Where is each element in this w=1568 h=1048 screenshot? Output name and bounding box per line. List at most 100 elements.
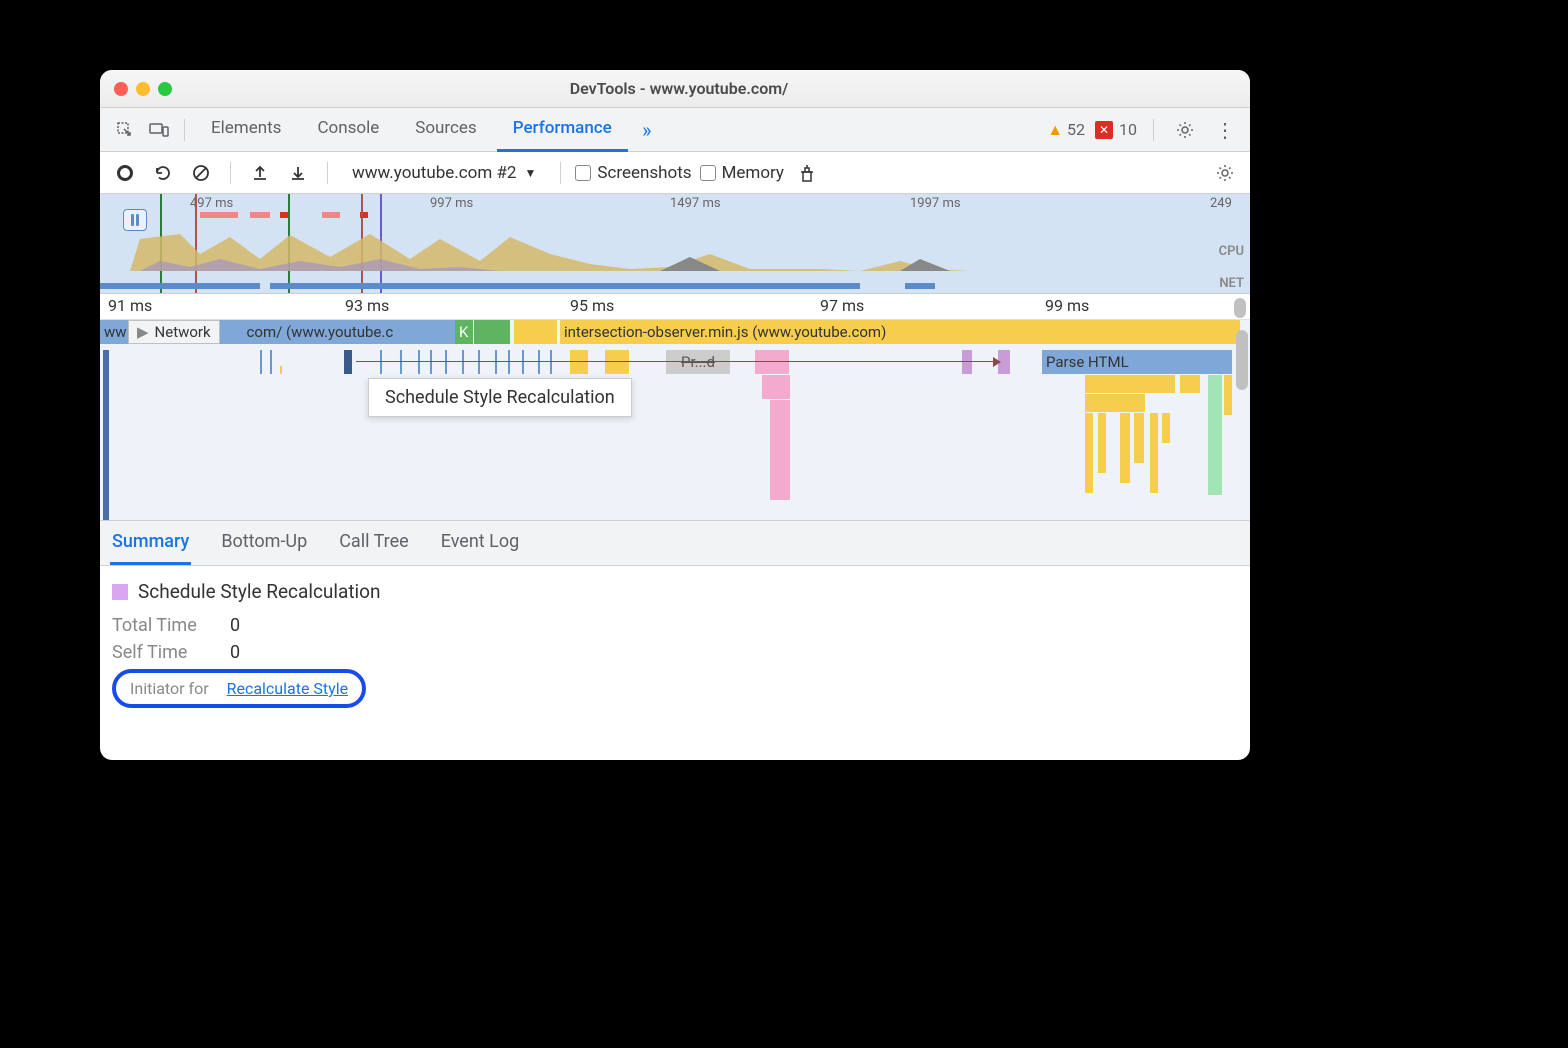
flame-tick[interactable] [430, 350, 432, 374]
divider [1153, 119, 1154, 141]
memory-checkbox[interactable]: Memory [700, 163, 784, 183]
flame-tick[interactable] [495, 350, 497, 374]
flame-tick[interactable] [462, 350, 464, 374]
overview-ticks: 497 ms 997 ms 1497 ms 1997 ms 249 [100, 196, 1250, 214]
close-window-button[interactable] [114, 82, 128, 96]
overview-tick: 1997 ms [910, 196, 961, 211]
ruler-tick: 97 ms [820, 296, 864, 315]
details-tab-event-log[interactable]: Event Log [439, 521, 522, 565]
ruler-tick: 91 ms [108, 296, 152, 315]
flame-tick[interactable] [508, 350, 510, 374]
flame-bar-pink[interactable] [755, 350, 789, 374]
flame-tick[interactable] [522, 350, 524, 374]
flame-tick[interactable] [418, 350, 420, 374]
flame-tick[interactable] [280, 366, 282, 374]
ruler-tick: 93 ms [345, 296, 389, 315]
flame-bar-purple[interactable] [962, 350, 972, 374]
initiator-link[interactable]: Recalculate Style [227, 679, 348, 698]
tab-console[interactable]: Console [301, 108, 395, 152]
details-tab-summary[interactable]: Summary [110, 521, 191, 565]
chevron-right-icon: ▶ [137, 323, 149, 341]
flame-bar[interactable] [1224, 375, 1232, 415]
errors-badge[interactable]: ✕ 10 [1095, 120, 1137, 139]
overview-marker [250, 212, 270, 218]
overview-marker [322, 212, 340, 218]
flame-bar[interactable] [1085, 413, 1093, 493]
overview-net-chart [100, 281, 1250, 291]
flame-bar[interactable] [1085, 375, 1175, 393]
flame-tick[interactable] [550, 350, 552, 374]
flame-bar[interactable] [1162, 413, 1170, 443]
performance-toolbar: www.youtube.com #2 ▼ Screenshots Memory [100, 152, 1250, 194]
maximize-window-button[interactable] [158, 82, 172, 96]
flame-row: ww com/ (www.youtube.c ▶ Network K inter… [100, 320, 1232, 344]
ruler-scrollbar[interactable] [1234, 298, 1246, 318]
flame-bar-parse-html[interactable]: Parse HTML [1042, 350, 1232, 374]
inspect-icon[interactable] [110, 115, 140, 145]
flame-tooltip: Schedule Style Recalculation [368, 378, 632, 417]
capture-settings-icon[interactable] [1210, 158, 1240, 188]
details-tab-bottom-up[interactable]: Bottom-Up [219, 521, 309, 565]
flame-bar-pink[interactable] [770, 400, 790, 500]
network-track-header[interactable]: ▶ Network [128, 320, 220, 344]
overview-cpu-chart [100, 229, 1250, 271]
flame-tick[interactable] [270, 350, 272, 374]
tab-sources[interactable]: Sources [399, 108, 492, 152]
overview-panel[interactable]: 497 ms 997 ms 1497 ms 1997 ms 249 [100, 194, 1250, 294]
flame-tick[interactable] [538, 350, 540, 374]
flame-bar-pink[interactable] [762, 375, 790, 399]
settings-icon[interactable] [1170, 115, 1200, 145]
flame-bar[interactable] [1120, 413, 1130, 483]
flame-tick[interactable] [103, 350, 109, 520]
summary-event-name: Schedule Style Recalculation [138, 580, 380, 603]
garbage-collect-icon[interactable] [792, 158, 822, 188]
upload-icon[interactable] [245, 158, 275, 188]
reload-button[interactable] [148, 158, 178, 188]
recording-selector[interactable]: www.youtube.com #2 ▼ [342, 163, 546, 183]
overview-viewport-handle[interactable] [123, 209, 147, 231]
flame-bar[interactable] [1098, 413, 1106, 473]
flame-tick[interactable] [380, 350, 382, 374]
flame-bar[interactable] [1180, 375, 1200, 393]
overview-cpu-label: CPU [1219, 244, 1244, 259]
flame-tick[interactable] [478, 350, 480, 374]
screenshots-checkbox[interactable]: Screenshots [575, 163, 691, 183]
overview-tick: 249 [1210, 196, 1232, 211]
checkbox-icon [700, 165, 716, 181]
details-tab-call-tree[interactable]: Call Tree [337, 521, 410, 565]
flame-bar[interactable] [570, 350, 588, 374]
summary-title-row: Schedule Style Recalculation [112, 580, 1238, 603]
overview-marker [280, 212, 288, 218]
clear-button[interactable] [186, 158, 216, 188]
main-tabs-row: Elements Console Sources Performance » ▲… [100, 108, 1250, 152]
more-tabs-icon[interactable]: » [632, 115, 662, 145]
flame-tick[interactable] [260, 350, 262, 374]
kebab-menu-icon[interactable]: ⋮ [1210, 115, 1240, 145]
flame-scrollbar[interactable] [1236, 330, 1248, 390]
minimize-window-button[interactable] [136, 82, 150, 96]
timeline-ruler[interactable]: 91 ms 93 ms 95 ms 97 ms 99 ms [100, 294, 1250, 320]
flame-bar-green[interactable] [1208, 375, 1222, 495]
warnings-badge[interactable]: ▲ 52 [1047, 120, 1085, 140]
flame-tick[interactable] [400, 350, 402, 374]
flame-bar[interactable]: K [455, 320, 473, 344]
device-toggle-icon[interactable] [144, 115, 174, 145]
tab-elements[interactable]: Elements [195, 108, 297, 152]
flame-bar[interactable] [605, 350, 629, 374]
tab-performance[interactable]: Performance [497, 108, 628, 152]
flame-chart[interactable]: ww com/ (www.youtube.c ▶ Network K inter… [100, 320, 1250, 520]
flame-bar[interactable] [502, 320, 510, 344]
flame-bar-task[interactable]: intersection-observer.min.js (www.youtub… [560, 320, 1240, 344]
flame-bar[interactable] [549, 320, 557, 344]
record-button[interactable] [110, 158, 140, 188]
details-tabs-row: Summary Bottom-Up Call Tree Event Log [100, 520, 1250, 566]
flame-bar[interactable] [1134, 413, 1144, 463]
flame-bar[interactable] [1085, 394, 1145, 412]
warning-icon: ▲ [1047, 120, 1063, 140]
flame-bar[interactable] [1150, 413, 1158, 493]
flame-bar-chip[interactable]: Pr...d [666, 350, 730, 374]
flame-tick[interactable] [445, 350, 447, 374]
download-icon[interactable] [283, 158, 313, 188]
chevron-down-icon: ▼ [524, 166, 536, 180]
flame-tick[interactable] [344, 350, 352, 374]
